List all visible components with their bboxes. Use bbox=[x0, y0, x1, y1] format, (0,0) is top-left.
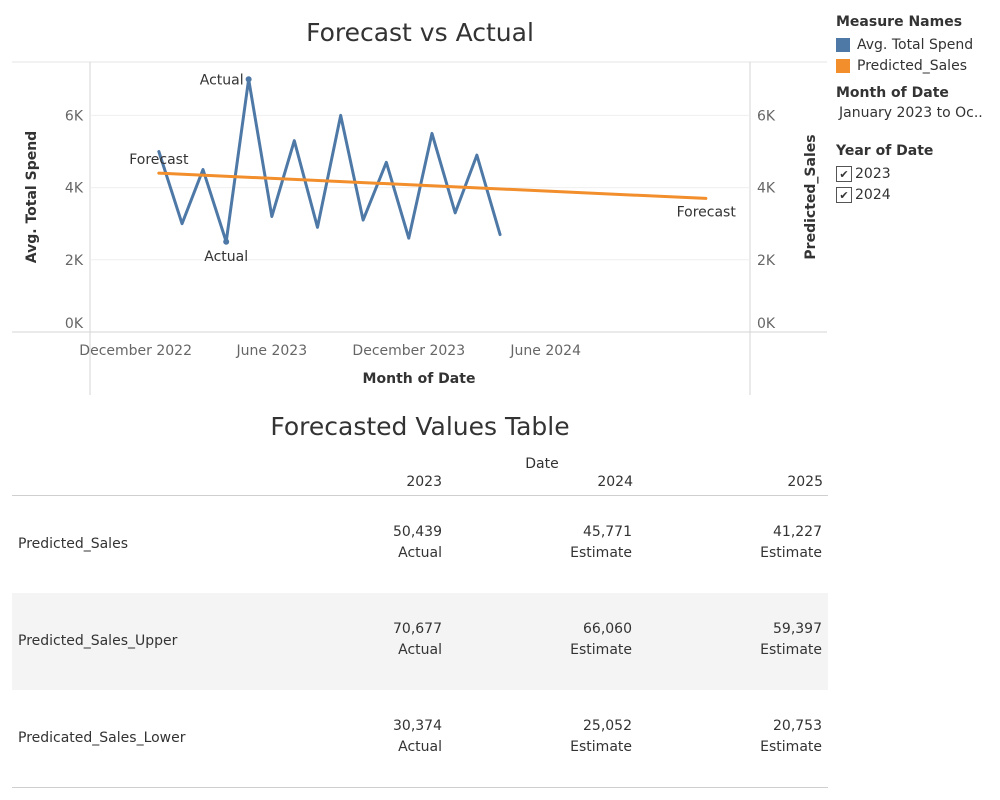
legend-swatch bbox=[836, 37, 850, 52]
column-header-2024: 2024 bbox=[597, 474, 633, 490]
row-label: Predicted_Sales_Upper bbox=[18, 633, 178, 649]
table-cell: 41,227 Estimate bbox=[722, 522, 822, 564]
column-header-2025: 2025 bbox=[787, 474, 823, 490]
cell-value: 30,374 bbox=[393, 718, 442, 734]
y-tick-label-right: 0K bbox=[757, 316, 776, 332]
cell-value: 59,397 bbox=[773, 621, 822, 637]
y-tick-label-left: 0K bbox=[65, 316, 84, 332]
series-line-avg-total-spend bbox=[157, 77, 502, 244]
row-label: Predicated_Sales_Lower bbox=[18, 730, 186, 746]
annotation-point bbox=[245, 76, 252, 83]
y-tick-label-right: 6K bbox=[757, 108, 776, 124]
year-filter-2024[interactable]: ✔ 2024 bbox=[836, 184, 1000, 205]
annotation-label: Forecast bbox=[129, 152, 189, 168]
series-line-predicted-sales bbox=[157, 171, 708, 200]
x-tick-label: June 2023 bbox=[236, 343, 308, 359]
table-row: Predicted_Sales_Upper 70,677 Actual 66,0… bbox=[12, 593, 828, 690]
y-axis-title-right: Predicted_Sales bbox=[803, 134, 819, 259]
cell-kind: Actual bbox=[398, 545, 442, 561]
x-tick-label: December 2023 bbox=[352, 343, 465, 359]
cell-kind: Estimate bbox=[570, 642, 632, 658]
y-tick-label-right: 2K bbox=[757, 253, 776, 269]
year-filter-title: Year of Date bbox=[836, 143, 934, 159]
y-axis-title-left: Avg. Total Spend bbox=[24, 131, 40, 263]
checkbox-icon[interactable]: ✔ bbox=[836, 186, 852, 203]
y-tick-label-left: 4K bbox=[65, 181, 84, 197]
table-header-row: 2023 2024 2025 bbox=[12, 470, 828, 496]
x-axis-title: Month of Date bbox=[363, 371, 476, 387]
legend-label: Avg. Total Spend bbox=[857, 36, 974, 53]
table-cell: 66,060 Estimate bbox=[532, 619, 632, 661]
table-cell: 70,677 Actual bbox=[342, 619, 442, 661]
annotation-point bbox=[223, 238, 230, 245]
y-tick-label-left: 2K bbox=[65, 253, 84, 269]
cell-kind: Estimate bbox=[760, 739, 822, 755]
legend-label: Predicted_Sales bbox=[857, 57, 967, 74]
table-cell: 45,771 Estimate bbox=[532, 522, 632, 564]
year-filter-2023[interactable]: ✔ 2023 bbox=[836, 163, 1000, 184]
x-tick-label: June 2024 bbox=[509, 343, 581, 359]
table-cell: 20,753 Estimate bbox=[722, 716, 822, 758]
x-tick-label: December 2022 bbox=[79, 343, 192, 359]
month-filter-title: Month of Date bbox=[836, 85, 949, 101]
column-header-2023: 2023 bbox=[406, 474, 442, 490]
y-tick-label-left: 6K bbox=[65, 108, 84, 124]
cell-kind: Estimate bbox=[570, 545, 632, 561]
cell-kind: Actual bbox=[398, 642, 442, 658]
table-row: Predicted_Sales 50,439 Actual 45,771 Est… bbox=[12, 496, 828, 593]
table-title: Forecasted Values Table bbox=[270, 412, 570, 441]
cell-kind: Estimate bbox=[570, 739, 632, 755]
cell-value: 25,052 bbox=[583, 718, 632, 734]
table-row: Predicated_Sales_Lower 30,374 Actual 25,… bbox=[12, 690, 828, 788]
legend-swatch bbox=[836, 58, 850, 73]
forecast-table: 2023 2024 2025 Predicted_Sales 50,439 Ac… bbox=[12, 470, 828, 788]
year-label: 2024 bbox=[855, 186, 891, 203]
cell-value: 20,753 bbox=[773, 718, 822, 734]
month-filter-value[interactable]: January 2023 to Oc.. bbox=[836, 105, 999, 121]
table-cell: 50,439 Actual bbox=[342, 522, 442, 564]
cell-value: 50,439 bbox=[393, 524, 442, 540]
cell-value: 66,060 bbox=[583, 621, 632, 637]
legend-panel: Measure Names Avg. Total Spend Predicted… bbox=[836, 14, 1000, 205]
legend-item-predicted-sales[interactable]: Predicted_Sales bbox=[836, 55, 1000, 76]
legend-item-avg-total-spend[interactable]: Avg. Total Spend bbox=[836, 34, 1000, 55]
row-label: Predicted_Sales bbox=[18, 536, 128, 552]
year-label: 2023 bbox=[855, 165, 891, 182]
checkbox-icon[interactable]: ✔ bbox=[836, 165, 852, 182]
annotation-label: Actual bbox=[204, 249, 248, 265]
y-tick-label-right: 4K bbox=[757, 181, 776, 197]
cell-kind: Estimate bbox=[760, 642, 822, 658]
annotation-label: Actual bbox=[200, 72, 244, 88]
measure-names-title: Measure Names bbox=[836, 14, 963, 30]
cell-value: 70,677 bbox=[393, 621, 442, 637]
cell-kind: Estimate bbox=[760, 545, 822, 561]
cell-kind: Actual bbox=[398, 739, 442, 755]
cell-value: 45,771 bbox=[583, 524, 632, 540]
table-cell: 30,374 Actual bbox=[342, 716, 442, 758]
annotation-label: Forecast bbox=[677, 204, 737, 220]
table-cell: 25,052 Estimate bbox=[532, 716, 632, 758]
table-cell: 59,397 Estimate bbox=[722, 619, 822, 661]
cell-value: 41,227 bbox=[773, 524, 822, 540]
